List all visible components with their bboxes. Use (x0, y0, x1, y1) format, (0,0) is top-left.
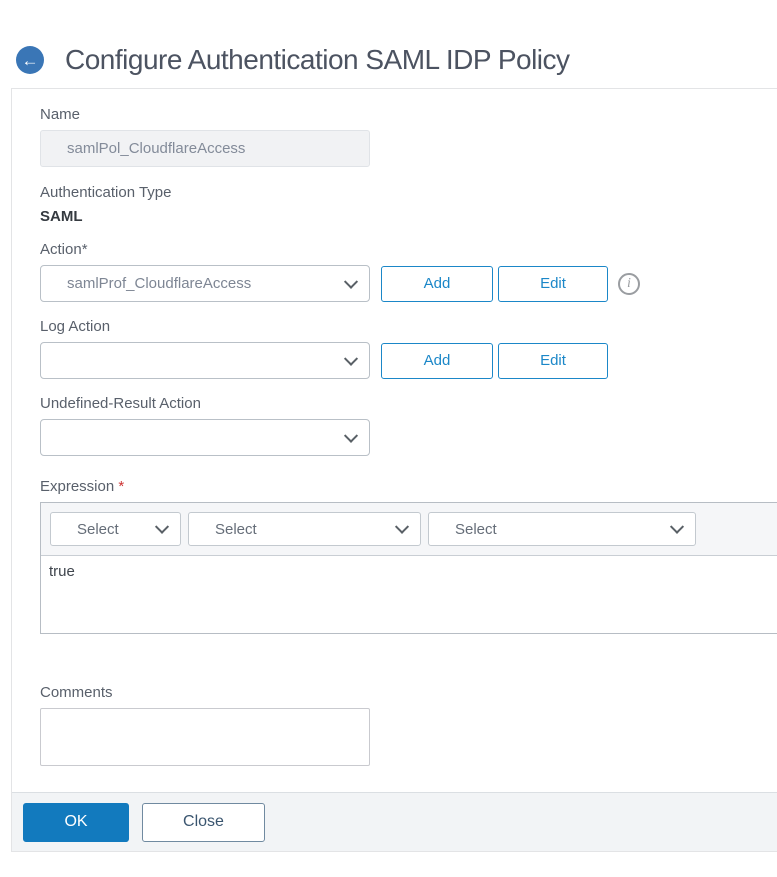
action-edit-button[interactable]: Edit (498, 265, 608, 302)
auth-type-group: Authentication Type SAML (40, 184, 777, 225)
chevron-down-icon (343, 351, 359, 366)
config-panel: Name Authentication Type SAML Action* sa… (11, 88, 777, 852)
comments-input[interactable] (40, 708, 370, 766)
chevron-down-icon (154, 519, 170, 534)
required-asterisk: * (118, 478, 125, 495)
log-action-group: Log Action Add Edit (40, 318, 777, 379)
expression-group: Expression * Select Select Select true (40, 478, 777, 634)
log-action-add-button[interactable]: Add (381, 342, 493, 379)
expression-select-operator-3[interactable]: Select (428, 512, 696, 546)
name-label: Name (40, 106, 81, 123)
chevron-down-icon (343, 274, 359, 289)
panel-footer: OK Close (12, 792, 777, 851)
close-button[interactable]: Close (142, 802, 265, 842)
expression-toolbar: Select Select Select (41, 503, 777, 556)
chevron-down-icon (394, 519, 410, 534)
back-button[interactable]: ← (16, 46, 44, 74)
page-header: ← Configure Authentication SAML IDP Poli… (0, 0, 777, 88)
action-dropdown[interactable]: samlProf_CloudflareAccess (40, 265, 370, 302)
expression-editor: Select Select Select true (40, 502, 777, 634)
expression-input[interactable]: true (41, 556, 777, 633)
info-icon[interactable]: i (618, 272, 640, 295)
page-title: Configure Authentication SAML IDP Policy (65, 44, 570, 75)
log-action-dropdown[interactable] (40, 342, 370, 379)
chevron-down-icon (343, 428, 359, 443)
arrow-left-icon: ← (21, 50, 39, 70)
action-field-group: Action* samlProf_CloudflareAccess Add Ed… (40, 241, 777, 302)
ok-button[interactable]: OK (23, 802, 129, 842)
name-field-group: Name (40, 106, 777, 167)
expression-label: Expression * (40, 478, 125, 495)
undefined-result-action-label: Undefined-Result Action (40, 395, 201, 412)
undefined-result-action-dropdown[interactable] (40, 419, 370, 456)
expression-select-operator-1[interactable]: Select (50, 512, 181, 546)
comments-group: Comments (40, 684, 777, 771)
action-dropdown-value: samlProf_CloudflareAccess (67, 275, 252, 292)
auth-type-value: SAML (40, 208, 83, 225)
log-action-edit-button[interactable]: Edit (498, 342, 608, 379)
action-label: Action* (40, 241, 88, 258)
comments-label: Comments (40, 684, 113, 701)
config-form: Name Authentication Type SAML Action* sa… (12, 89, 777, 771)
action-add-button[interactable]: Add (381, 265, 493, 302)
expression-select-operator-2[interactable]: Select (188, 512, 421, 546)
name-input[interactable] (40, 130, 370, 167)
undefined-result-action-group: Undefined-Result Action (40, 395, 777, 456)
chevron-down-icon (669, 519, 685, 534)
log-action-label: Log Action (40, 318, 111, 335)
auth-type-label: Authentication Type (40, 184, 172, 201)
